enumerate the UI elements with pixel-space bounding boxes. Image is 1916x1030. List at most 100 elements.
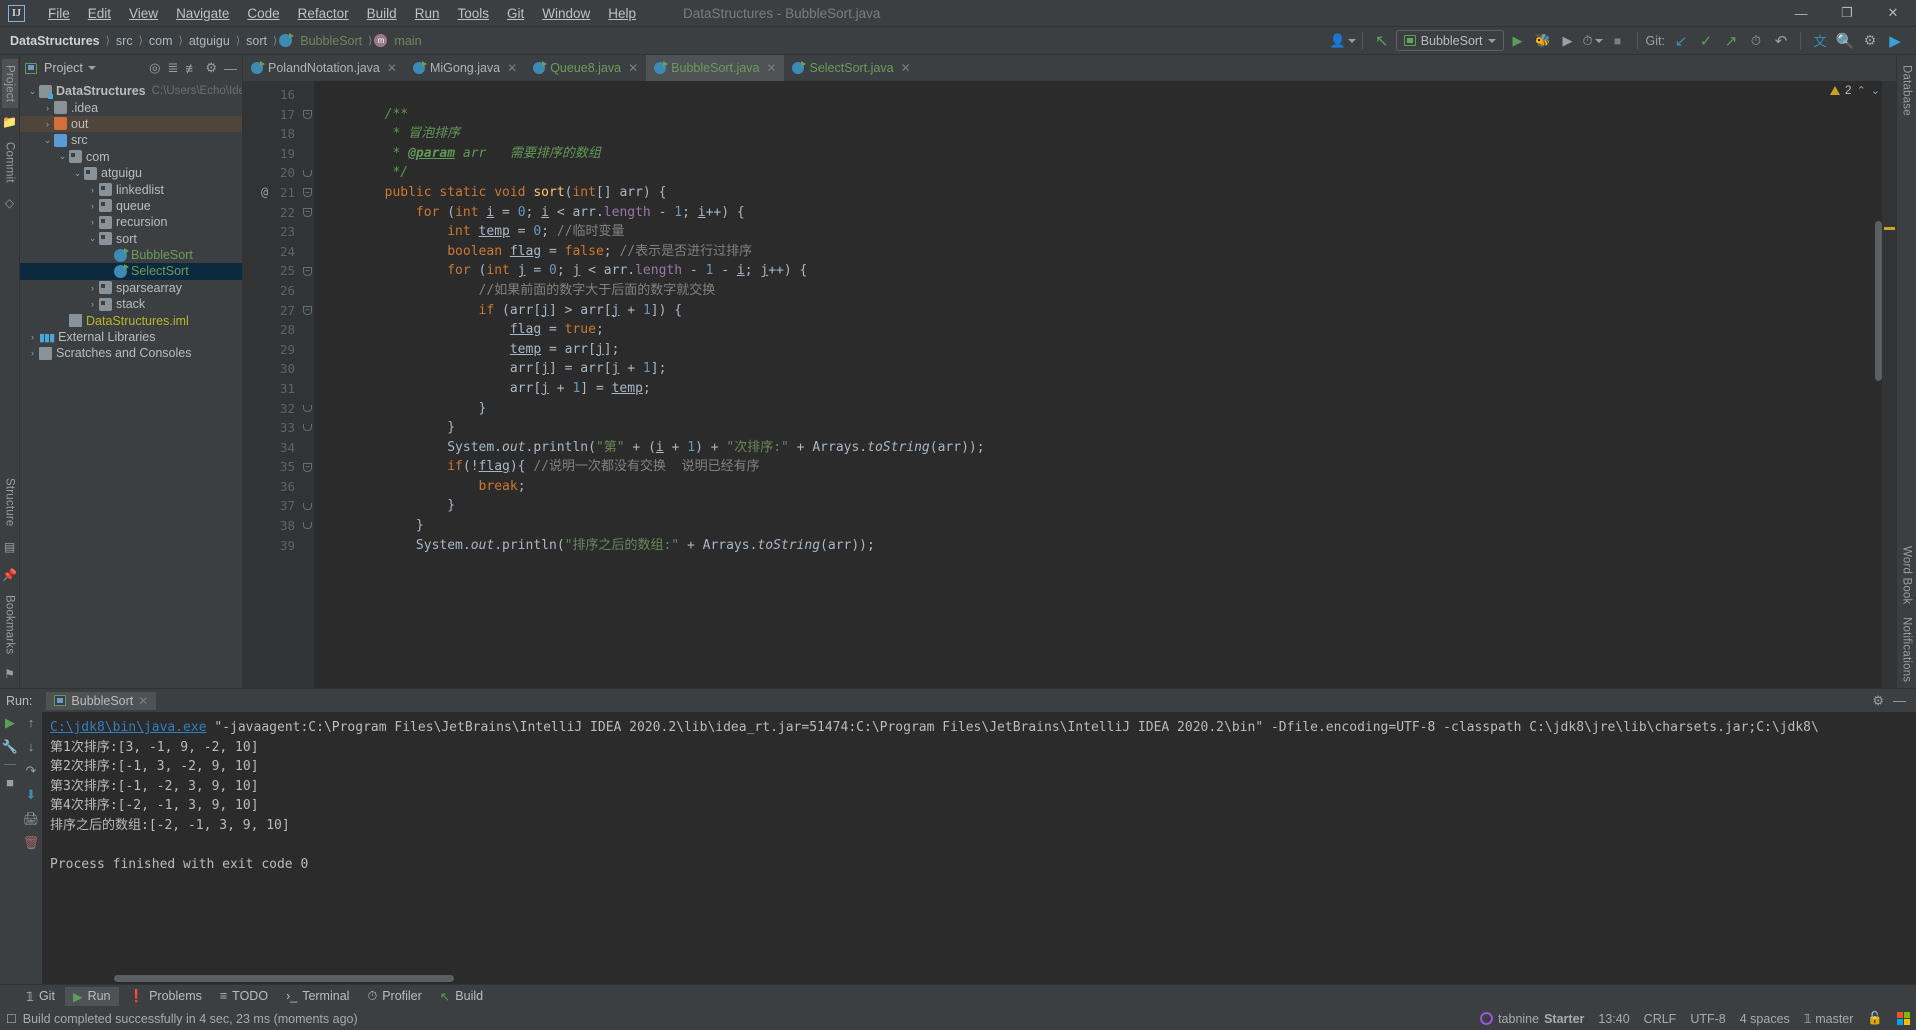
fold-collapse-icon[interactable]: − <box>303 110 312 119</box>
tree-node-scratches-and-consoles[interactable]: ›Scratches and Consoles <box>20 345 242 361</box>
structure-icon[interactable]: ▤ <box>4 540 15 554</box>
chevron-right-icon[interactable]: › <box>41 119 54 129</box>
code-line[interactable]: int temp = 0; //临时变量 <box>314 222 1882 242</box>
code-line[interactable]: */ <box>314 163 1882 183</box>
sidebar-item-commit[interactable]: Commit <box>2 136 18 189</box>
tree-node-out[interactable]: ›out <box>20 116 242 132</box>
git-commit-icon[interactable]: ✓ <box>1695 30 1717 52</box>
fold-end-icon[interactable] <box>303 170 312 177</box>
fold-collapse-icon[interactable]: − <box>303 188 312 197</box>
breadcrumb-src[interactable]: src <box>112 32 137 50</box>
user-avatar-icon[interactable]: 👤 <box>1332 30 1354 52</box>
code-line[interactable]: arr[j] = arr[j + 1]; <box>314 359 1882 379</box>
sidebar-item-database[interactable]: Database <box>1899 59 1915 122</box>
clear-all-icon[interactable]: 🗑 <box>23 836 40 849</box>
fold-collapse-icon[interactable]: − <box>303 463 312 472</box>
code-line[interactable]: public static void sort(int[] arr) { <box>314 183 1882 203</box>
code-line[interactable]: for (int j = 0; j < arr.length - 1 - i; … <box>314 261 1882 281</box>
tree-node-stack[interactable]: ›stack <box>20 296 242 312</box>
status-branch[interactable]: 𝟙 master <box>1804 1011 1854 1026</box>
code-line[interactable]: arr[j + 1] = temp; <box>314 379 1882 399</box>
print-icon[interactable]: 🖨 <box>23 812 40 825</box>
chevron-right-icon[interactable]: › <box>41 103 54 113</box>
hide-icon[interactable]: — <box>224 61 237 76</box>
menu-file[interactable]: File <box>39 3 79 24</box>
chevron-right-icon[interactable]: › <box>86 217 99 227</box>
editor-tab-selectsort[interactable]: SelectSort.java ✕ <box>784 55 918 81</box>
tabnine-icon[interactable]: ▶ <box>1884 30 1906 52</box>
tool-window-git[interactable]: 𝟙Git <box>18 987 63 1006</box>
code-content[interactable]: /** * 冒泡排序 * @param arr 需要排序的数组 */ publi… <box>314 81 1882 688</box>
editor-marker-gutter[interactable] <box>1882 81 1896 688</box>
fold-end-icon[interactable] <box>303 503 312 510</box>
code-line[interactable]: } <box>314 496 1882 516</box>
breadcrumb-main[interactable]: main <box>390 32 425 50</box>
project-tree[interactable]: ⌄DataStructuresC:\Users\Echo\IdeaPr›.ide… <box>20 81 242 688</box>
wrench-icon[interactable]: 🔧 <box>2 740 18 753</box>
search-everywhere-icon[interactable]: 🔍 <box>1834 30 1856 52</box>
locate-icon[interactable]: ◎ <box>149 60 160 76</box>
stop-icon[interactable]: ■ <box>6 776 14 789</box>
editor-scrollbar[interactable] <box>1875 221 1882 381</box>
tabnine-status[interactable]: tabnine Starter <box>1480 1012 1584 1026</box>
chevron-down-icon[interactable]: ⌄ <box>86 233 99 244</box>
menu-run[interactable]: Run <box>406 3 449 24</box>
tree-node-datastructures[interactable]: ⌄DataStructuresC:\Users\Echo\IdeaPr <box>20 83 242 99</box>
chevron-right-icon[interactable]: › <box>86 299 99 309</box>
tree-node-bubblesort[interactable]: BubbleSort <box>20 247 242 263</box>
tree-node-atguigu[interactable]: ⌄atguigu <box>20 165 242 181</box>
chevron-right-icon[interactable]: › <box>86 283 99 293</box>
editor-tab-migong[interactable]: MiGong.java ✕ <box>405 55 525 81</box>
chevron-right-icon[interactable]: › <box>26 348 39 358</box>
code-line[interactable]: flag = true; <box>314 320 1882 340</box>
editor-tab-polandnotation[interactable]: PolandNotation.java ✕ <box>243 55 405 81</box>
tool-window-run[interactable]: ▶Run <box>65 987 119 1006</box>
breadcrumb-bubblesort[interactable]: BubbleSort <box>296 32 366 50</box>
tool-window-problems[interactable]: ❗Problems <box>121 987 210 1006</box>
stop-icon[interactable]: ■ <box>1607 30 1629 52</box>
sidebar-item-notifications[interactable]: Notifications <box>1899 611 1915 688</box>
fold-marker[interactable] <box>301 163 314 183</box>
hide-icon[interactable]: — <box>1893 693 1906 709</box>
menu-git[interactable]: Git <box>498 3 533 24</box>
inspection-widget[interactable]: 2 ⌃ ⌄ <box>1830 83 1880 97</box>
up-icon[interactable]: ↑ <box>28 716 35 729</box>
tree-node-sparsearray[interactable]: ›sparsearray <box>20 280 242 296</box>
console-link[interactable]: C:\jdk8\bin\java.exe <box>50 720 207 735</box>
tree-node-com[interactable]: ⌄com <box>20 149 242 165</box>
code-line[interactable]: boolean flag = false; //表示是否进行过排序 <box>314 242 1882 262</box>
fold-marker[interactable] <box>301 496 314 516</box>
breadcrumb-datastructures[interactable]: DataStructures <box>6 32 104 50</box>
sidebar-item-wordbook[interactable]: Word Book <box>1899 540 1915 610</box>
tree-node-src[interactable]: ⌄src <box>20 132 242 148</box>
soft-wrap-icon[interactable]: ↷ <box>26 764 37 777</box>
chevron-down-icon[interactable]: ⌄ <box>56 151 69 162</box>
fold-marker[interactable]: − <box>301 301 314 321</box>
code-line[interactable]: //如果前面的数字大于后面的数字就交换 <box>314 281 1882 301</box>
code-line[interactable]: temp = arr[j]; <box>314 340 1882 360</box>
run-with-coverage-icon[interactable]: ▶ <box>1557 30 1579 52</box>
fold-marker[interactable]: − <box>301 183 314 203</box>
down-icon[interactable]: ↓ <box>28 740 35 753</box>
run-icon[interactable]: ▶ <box>1507 30 1529 52</box>
tree-node--idea[interactable]: ›.idea <box>20 99 242 115</box>
bookmark-icon[interactable]: ⚑ <box>4 667 15 681</box>
tree-node-linkedlist[interactable]: ›linkedlist <box>20 181 242 197</box>
bookmarks-pin-icon[interactable]: 📌 <box>2 568 17 582</box>
fold-collapse-icon[interactable]: − <box>303 306 312 315</box>
fold-end-icon[interactable] <box>303 405 312 412</box>
code-editor[interactable]: 1617181920@21222324252627282930313233343… <box>243 81 1896 688</box>
fold-marker[interactable] <box>301 399 314 419</box>
tool-window-terminal[interactable]: ›_Terminal <box>278 987 357 1005</box>
project-files-icon[interactable]: 📁 <box>2 115 17 129</box>
code-line[interactable]: System.out.println("第" + (i + 1) + "次排序:… <box>314 438 1882 458</box>
chevron-down-icon[interactable]: ⌄ <box>1871 84 1880 97</box>
git-pull-icon[interactable]: ↙ <box>1670 30 1692 52</box>
tree-node-queue[interactable]: ›queue <box>20 198 242 214</box>
sidebar-item-project[interactable]: Project <box>2 59 18 108</box>
close-icon[interactable]: ✕ <box>628 61 638 75</box>
code-line[interactable]: } <box>314 399 1882 419</box>
menu-window[interactable]: Window <box>533 3 599 24</box>
code-line[interactable]: if(!flag){ //说明一次都没有交换 说明已经有序 <box>314 457 1882 477</box>
run-configuration-selector[interactable]: BubbleSort <box>1396 30 1504 51</box>
